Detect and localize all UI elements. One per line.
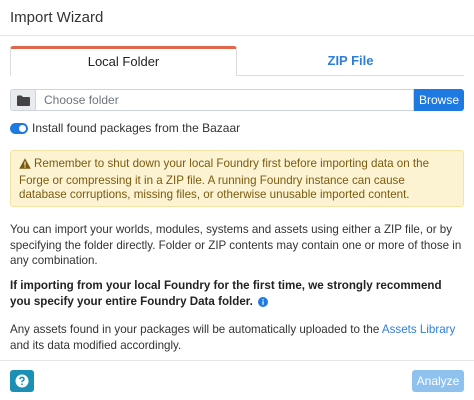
import-description: You can import your worlds, modules, sys… bbox=[10, 223, 462, 267]
assets-note-after: and its data modified accordingly. bbox=[10, 338, 182, 352]
recommendation-text: If importing from your local Foundry for… bbox=[10, 278, 464, 311]
tab-zip-file[interactable]: ZIP File bbox=[237, 46, 464, 76]
folder-picker: Browse bbox=[10, 89, 464, 111]
footer-divider bbox=[0, 360, 474, 361]
dialog-header: Import Wizard bbox=[0, 0, 474, 36]
folder-icon bbox=[10, 89, 36, 111]
tab-local-folder[interactable]: Local Folder bbox=[10, 46, 237, 76]
bazaar-toggle-label: Install found packages from the Bazaar bbox=[32, 121, 241, 135]
assets-note-before: Any assets found in your packages will b… bbox=[10, 323, 382, 336]
bazaar-toggle-switch[interactable] bbox=[10, 123, 28, 134]
dialog-title: Import Wizard bbox=[10, 9, 104, 26]
warning-alert: Remember to shut down your local Foundry… bbox=[10, 150, 464, 207]
info-icon[interactable] bbox=[258, 296, 269, 312]
recommendation-label: If importing from your local Foundry for… bbox=[10, 279, 442, 308]
help-button[interactable] bbox=[10, 370, 34, 392]
folder-path-input[interactable] bbox=[36, 89, 414, 111]
tab-bar: Local Folder ZIP File bbox=[10, 46, 464, 76]
assets-library-link[interactable]: Assets Library bbox=[382, 323, 455, 336]
warning-triangle-icon bbox=[19, 158, 31, 174]
assets-note: Any assets found in your packages will b… bbox=[10, 322, 464, 353]
browse-button[interactable]: Browse bbox=[414, 89, 464, 111]
warning-text: Remember to shut down your local Foundry… bbox=[19, 157, 430, 201]
toggle-knob bbox=[19, 125, 26, 132]
analyze-button[interactable]: Analyze bbox=[412, 370, 464, 392]
